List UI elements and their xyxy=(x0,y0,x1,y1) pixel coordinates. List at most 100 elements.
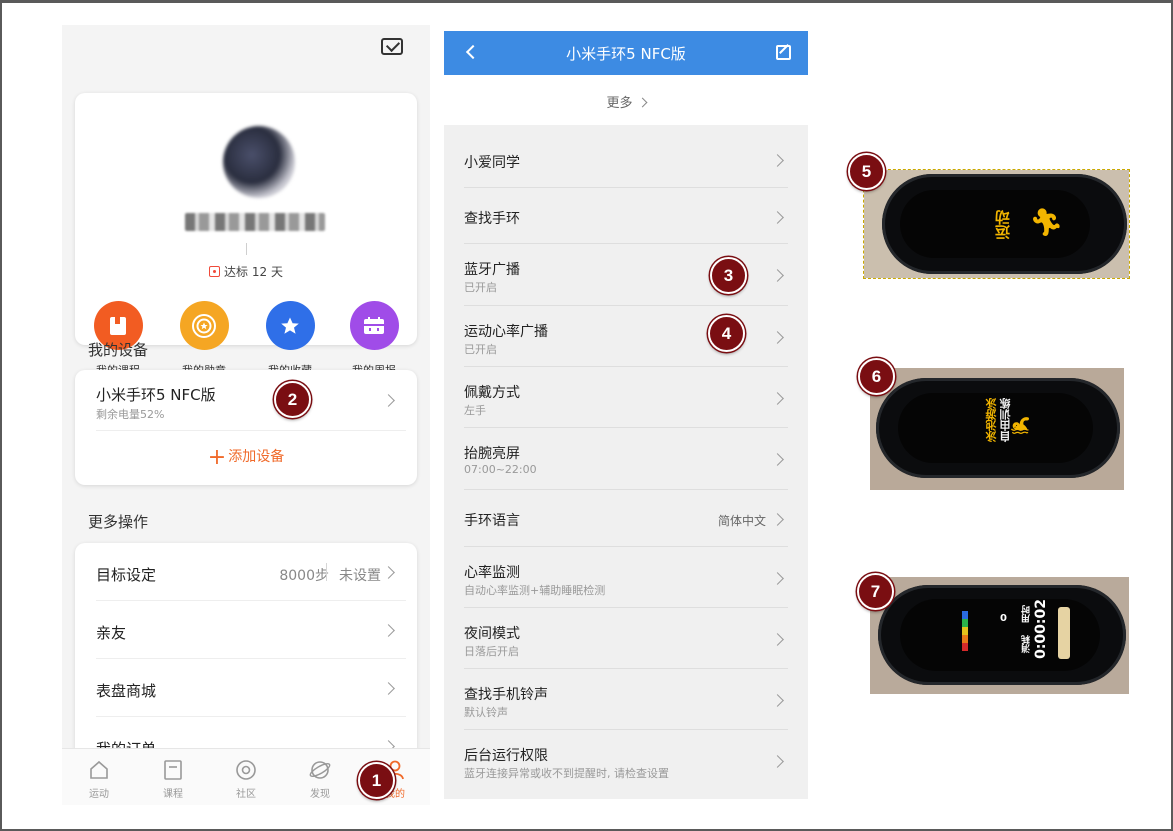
band-screen-text: 运动 xyxy=(994,210,1012,240)
band-photo-timer: 用时 消耗 0:00:02 0 xyxy=(870,577,1129,694)
chevron-right-icon xyxy=(771,694,784,707)
value-divider xyxy=(326,563,327,581)
tab-sport[interactable]: 运动 xyxy=(74,759,124,800)
setting-night-mode[interactable]: 夜间模式 日落后开启 xyxy=(464,608,788,669)
username-blurred xyxy=(185,213,325,231)
chevron-right-icon xyxy=(382,624,395,637)
tab-discover[interactable]: 发现 xyxy=(295,759,345,800)
band-timer-value: 0:00:02 xyxy=(1033,599,1049,659)
band-photo-swim: 泳池游泳 自由训练 🏊︎ xyxy=(870,368,1124,490)
setting-label: 运动心率广播 xyxy=(464,324,548,340)
op-row-friends[interactable]: 亲友 xyxy=(75,601,417,659)
chevron-right-icon xyxy=(771,453,784,466)
chevron-right-icon xyxy=(771,513,784,526)
setting-label: 小爱同学 xyxy=(464,155,520,171)
setting-hr-monitor[interactable]: 心率监测 自动心率监测+辅助睡眠检测 xyxy=(464,547,788,608)
settings-header: 小米手环5 NFC版 xyxy=(444,31,808,75)
hr-color-bar xyxy=(962,611,968,651)
tab-label: 社区 xyxy=(236,789,256,800)
op-value-steps: 8000步 xyxy=(279,568,329,584)
setting-sub: 已开启 xyxy=(464,281,497,294)
device-row[interactable]: 小米手环5 NFC版 剩余电量52% xyxy=(75,370,417,430)
setting-sub: 左手 xyxy=(464,404,486,417)
callout-marker-1: 1 xyxy=(358,762,395,799)
target-icon xyxy=(209,266,221,277)
tab-label: 课程 xyxy=(163,789,183,800)
avatar[interactable] xyxy=(223,126,295,198)
setting-value: 简体中文 xyxy=(717,514,766,528)
setting-xiaoai[interactable]: 小爱同学 xyxy=(464,131,788,188)
callout-marker-3: 3 xyxy=(710,257,747,294)
add-device-button[interactable]: + 添加设备 xyxy=(75,445,417,470)
setting-label: 查找手环 xyxy=(464,211,520,227)
setting-find-phone-ringtone[interactable]: 查找手机铃声 默认铃声 xyxy=(464,669,788,730)
op-row-watchface-store[interactable]: 表盘商城 xyxy=(75,659,417,717)
profile-card: 达标 12 天 我的课程 我的勋章 我的收藏 xyxy=(75,93,417,377)
callout-marker-5: 5 xyxy=(848,153,885,190)
name-divider xyxy=(246,243,247,255)
mail-icon[interactable] xyxy=(381,38,403,55)
chevron-right-icon xyxy=(771,269,784,282)
band-calorie-value: 0 xyxy=(1000,613,1007,624)
op-value-unset: 未设置 xyxy=(339,568,381,584)
chevron-right-icon xyxy=(382,394,395,407)
shortcut-my-favorites[interactable]: 我的收藏 xyxy=(255,301,325,378)
swimmer-icon: 🏊︎ xyxy=(1010,416,1031,435)
my-devices-heading: 我的设备 xyxy=(88,341,149,359)
tab-community[interactable]: 社区 xyxy=(221,759,271,800)
setting-label: 后台运行权限 xyxy=(464,748,548,764)
chevron-right-icon xyxy=(771,154,784,167)
op-label: 目标设定 xyxy=(96,566,157,584)
device-name: 小米手环5 NFC版 xyxy=(96,386,216,404)
setting-background-permission[interactable]: 后台运行权限 蓝牙连接异常或收不到提醒时, 请检查设置 xyxy=(464,730,788,792)
settings-title: 小米手环5 NFC版 xyxy=(566,45,686,63)
setting-sub: 蓝牙连接异常或收不到提醒时, 请检查设置 xyxy=(464,767,669,780)
setting-label: 抬腕亮屏 xyxy=(464,446,520,462)
streak-badge: 达标 12 天 xyxy=(75,263,417,280)
runner-icon: 🏃︎ xyxy=(1030,208,1064,238)
more-label: 更多 xyxy=(606,96,633,111)
band-screen-label: 用时 xyxy=(1022,605,1032,623)
device-battery: 剩余电量52% xyxy=(96,408,165,421)
shortcut-my-medals[interactable]: 我的勋章 xyxy=(169,301,239,378)
planet-icon xyxy=(309,759,331,781)
chevron-right-icon xyxy=(771,331,784,344)
chevron-right-icon xyxy=(382,682,395,695)
more-link[interactable]: 更多 xyxy=(444,75,808,125)
setting-raise-wrist[interactable]: 抬腕亮屏 07:00~22:00 xyxy=(464,428,788,490)
tab-label: 运动 xyxy=(89,789,109,800)
chevron-right-icon xyxy=(382,566,395,579)
edit-icon[interactable] xyxy=(776,45,791,60)
op-label: 表盘商城 xyxy=(96,682,157,700)
setting-label: 手环语言 xyxy=(464,513,520,529)
chevron-right-icon xyxy=(637,97,647,108)
streak-text: 达标 12 天 xyxy=(224,265,283,279)
setting-label: 蓝牙广播 xyxy=(464,262,520,278)
chevron-right-icon xyxy=(771,392,784,405)
community-icon xyxy=(235,759,257,781)
divider xyxy=(96,430,406,431)
more-actions-card: 目标设定 8000步 未设置 亲友 表盘商城 我的订单 xyxy=(75,543,417,783)
callout-marker-6: 6 xyxy=(858,358,895,395)
profile-screen: 达标 12 天 我的课程 我的勋章 我的收藏 xyxy=(62,25,430,805)
chevron-right-icon xyxy=(771,755,784,768)
home-icon xyxy=(88,759,110,781)
setting-sub: 07:00~22:00 xyxy=(464,463,537,476)
setting-find-band[interactable]: 查找手环 xyxy=(464,188,788,244)
setting-language[interactable]: 手环语言 简体中文 xyxy=(464,490,788,547)
setting-wear-mode[interactable]: 佩戴方式 左手 xyxy=(464,367,788,428)
op-row-goal[interactable]: 目标设定 8000步 未设置 xyxy=(75,543,417,601)
chevron-right-icon xyxy=(771,572,784,585)
setting-label: 佩戴方式 xyxy=(464,385,520,401)
setting-sub: 自动心率监测+辅助睡眠检测 xyxy=(464,584,606,597)
medal-icon xyxy=(179,301,229,350)
tab-label: 发现 xyxy=(310,789,330,800)
tab-courses[interactable]: 课程 xyxy=(148,759,198,800)
shortcut-weekly-report[interactable]: 我的周报 xyxy=(339,301,409,378)
callout-marker-4: 4 xyxy=(708,315,745,352)
band-screen xyxy=(900,599,1100,671)
report-icon xyxy=(349,301,399,350)
setting-label: 心率监测 xyxy=(464,565,520,581)
callout-marker-7: 7 xyxy=(857,573,894,610)
plus-icon: + xyxy=(207,445,227,470)
